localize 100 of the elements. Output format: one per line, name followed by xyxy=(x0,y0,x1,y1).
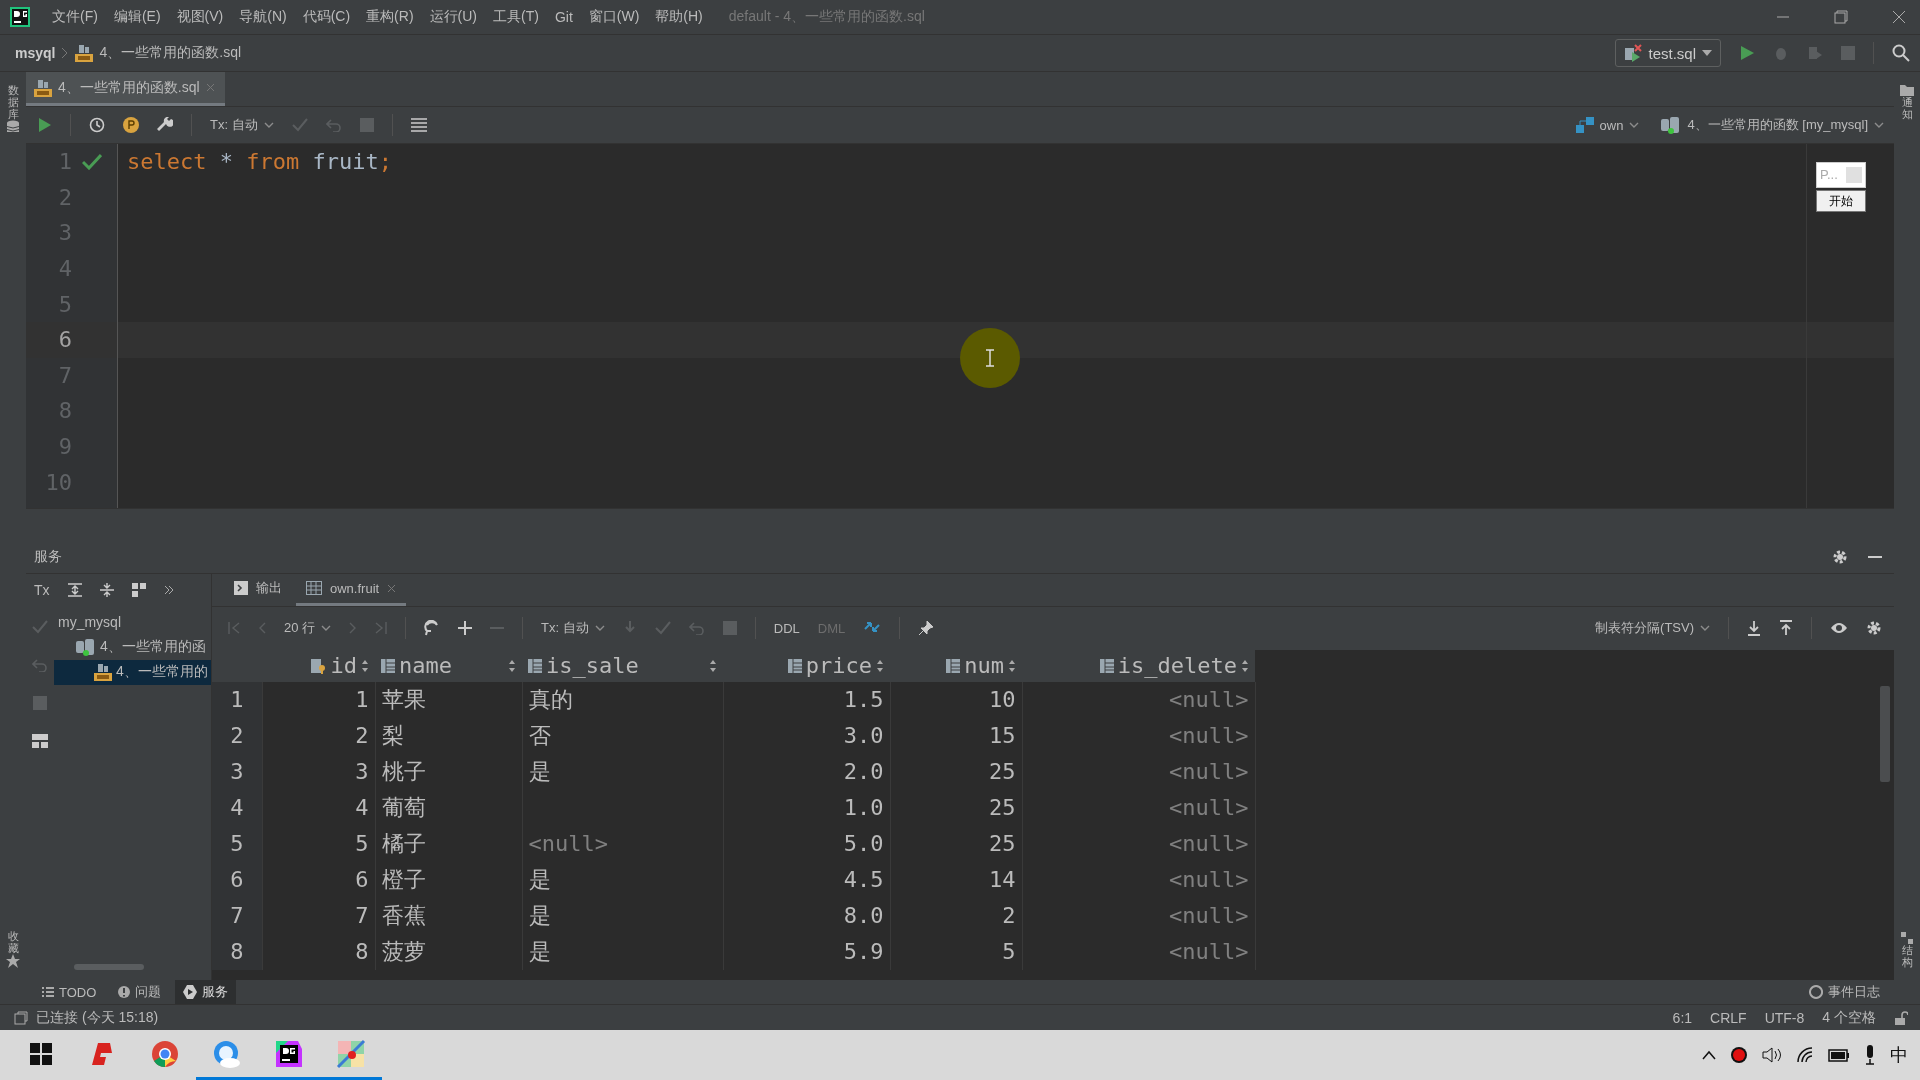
input-method-indicator[interactable]: 中 xyxy=(1890,1043,1908,1067)
tool-window-tab[interactable]: 问题 xyxy=(110,980,170,1004)
menu-item[interactable]: 编辑(E) xyxy=(105,8,169,26)
menu-item[interactable]: 帮助(H) xyxy=(647,8,711,26)
chevron-up-icon[interactable] xyxy=(1702,1050,1716,1060)
tool-window-tab[interactable]: 服务 xyxy=(175,980,237,1004)
collapse-all-icon[interactable] xyxy=(99,582,114,597)
wifi-icon[interactable] xyxy=(1796,1046,1814,1064)
more-icon[interactable] xyxy=(163,584,174,595)
sort-icon[interactable] xyxy=(1241,659,1249,672)
record-icon[interactable] xyxy=(1730,1046,1748,1064)
menu-item[interactable]: 工具(T) xyxy=(485,8,547,26)
settings-icon[interactable] xyxy=(1832,548,1848,565)
column-header[interactable]: name xyxy=(375,649,522,682)
menu-item[interactable]: 导航(N) xyxy=(231,8,295,26)
favorites-tool-tab[interactable]: 收藏 xyxy=(7,929,19,954)
run-icon[interactable] xyxy=(38,117,52,133)
expand-all-icon[interactable] xyxy=(67,582,82,597)
schema-dropdown[interactable]: own xyxy=(1575,117,1640,133)
start-button[interactable]: 开始 xyxy=(1816,190,1866,212)
column-header[interactable]: price xyxy=(723,649,890,682)
result-tab[interactable]: own.fruit xyxy=(296,573,407,606)
browser-icon[interactable] xyxy=(150,1038,180,1069)
layout-icon[interactable] xyxy=(32,733,48,748)
menu-item[interactable]: 代码(C) xyxy=(294,8,359,26)
sort-icon[interactable] xyxy=(709,659,717,672)
sort-icon[interactable] xyxy=(361,659,369,672)
caret-icon[interactable] xyxy=(1700,625,1710,632)
tree-item[interactable]: my_mysql xyxy=(54,609,211,635)
column-header[interactable]: is_delete xyxy=(1022,649,1255,682)
add-row-icon[interactable] xyxy=(458,621,473,636)
star-icon[interactable] xyxy=(6,954,20,968)
menu-item[interactable]: 视图(V) xyxy=(168,8,232,26)
lock-icon[interactable] xyxy=(1894,1010,1908,1025)
upload-icon[interactable] xyxy=(1779,620,1793,637)
caret-icon[interactable] xyxy=(594,625,605,632)
mode-button[interactable]: DDL xyxy=(773,620,800,636)
cloud-app-icon[interactable] xyxy=(212,1038,242,1069)
folder-icon[interactable] xyxy=(1900,84,1914,96)
restore-icon[interactable] xyxy=(1834,10,1848,24)
wrench-icon[interactable] xyxy=(157,117,173,133)
editor-tab[interactable]: 4、一些常用的函数.sql xyxy=(26,72,225,106)
caret-icon[interactable] xyxy=(321,625,332,632)
structure-tool-tab[interactable]: 结构 xyxy=(1901,943,1913,968)
transaction-button[interactable]: Tx xyxy=(34,581,50,598)
project-name[interactable]: msyql xyxy=(15,45,56,61)
refresh-icon[interactable] xyxy=(424,620,441,637)
settings-icon[interactable] xyxy=(1866,620,1882,637)
group-icon[interactable] xyxy=(131,582,146,597)
search-icon[interactable] xyxy=(1892,44,1910,62)
sort-icon[interactable] xyxy=(876,659,884,672)
page-size-dropdown[interactable]: 20 行 xyxy=(284,619,332,638)
menu-item[interactable]: 重构(R) xyxy=(358,8,422,26)
p-circle-icon[interactable] xyxy=(123,117,139,133)
status-item[interactable]: UTF-8 xyxy=(1764,1009,1805,1026)
speaker-icon[interactable] xyxy=(1762,1046,1782,1064)
structure-icon[interactable] xyxy=(1901,931,1913,944)
notifications-tool-tab[interactable]: 通知 xyxy=(1901,96,1913,121)
history-icon[interactable] xyxy=(89,117,105,133)
transaction-mode-dropdown[interactable]: Tx: 自动 xyxy=(210,116,274,134)
sort-icon[interactable] xyxy=(508,659,516,672)
column-header[interactable]: num xyxy=(890,649,1022,682)
caret-icon[interactable] xyxy=(1629,122,1640,128)
close-icon[interactable] xyxy=(387,583,397,593)
breadcrumb-file[interactable]: 4、一些常用的函数.sql xyxy=(99,44,242,62)
datagrip-logo-icon[interactable] xyxy=(10,7,30,27)
session-dropdown[interactable]: 4、一些常用的函数 [my_mysql] xyxy=(1661,116,1884,134)
status-item[interactable]: CRLF xyxy=(1710,1009,1747,1026)
caret-icon[interactable] xyxy=(1874,122,1884,128)
run-icon[interactable] xyxy=(1739,45,1755,61)
column-header[interactable]: is_sale xyxy=(522,649,723,682)
database-icon[interactable] xyxy=(6,120,20,135)
horizontal-scrollbar[interactable] xyxy=(74,964,144,970)
eye-icon[interactable] xyxy=(1830,621,1848,636)
battery-icon[interactable] xyxy=(1828,1048,1850,1062)
vertical-scrollbar[interactable] xyxy=(1880,685,1890,782)
microphone-icon[interactable] xyxy=(1864,1045,1876,1065)
menu-item[interactable]: 运行(U) xyxy=(421,8,485,26)
transaction-mode-dropdown[interactable]: Tx: 自动 xyxy=(541,619,605,638)
result-tab[interactable]: 输出 xyxy=(224,573,292,606)
tree-item[interactable]: 4、一些常用的函 xyxy=(54,634,211,660)
status-item[interactable]: 6:1 xyxy=(1672,1009,1693,1026)
status-item[interactable]: 4 个空格 xyxy=(1822,1008,1876,1027)
pin-icon[interactable] xyxy=(918,620,935,637)
paint-icon[interactable] xyxy=(336,1038,366,1069)
column-header[interactable]: id xyxy=(262,649,375,682)
menu-item[interactable]: Git xyxy=(546,9,581,25)
datagrip-icon[interactable] xyxy=(274,1038,304,1069)
menu-item[interactable]: 窗口(W) xyxy=(580,8,648,26)
tool-window-tab[interactable]: TODO xyxy=(34,980,105,1004)
close-icon[interactable] xyxy=(1892,10,1906,24)
sort-icon[interactable] xyxy=(1008,659,1016,672)
database-tool-tab[interactable]: 数据库 xyxy=(7,84,19,121)
menu-item[interactable]: 文件(F) xyxy=(44,8,106,26)
run-configuration-dropdown[interactable]: test.sql xyxy=(1615,39,1721,67)
table-icon[interactable] xyxy=(410,118,427,132)
export-format-dropdown[interactable]: 制表符分隔(TSV) xyxy=(1595,619,1710,638)
event-log-button[interactable]: 事件日志 xyxy=(1809,983,1920,1001)
panel-toggle-icon[interactable] xyxy=(14,1010,28,1025)
tree-item[interactable]: 4、一些常用的 xyxy=(54,659,211,685)
